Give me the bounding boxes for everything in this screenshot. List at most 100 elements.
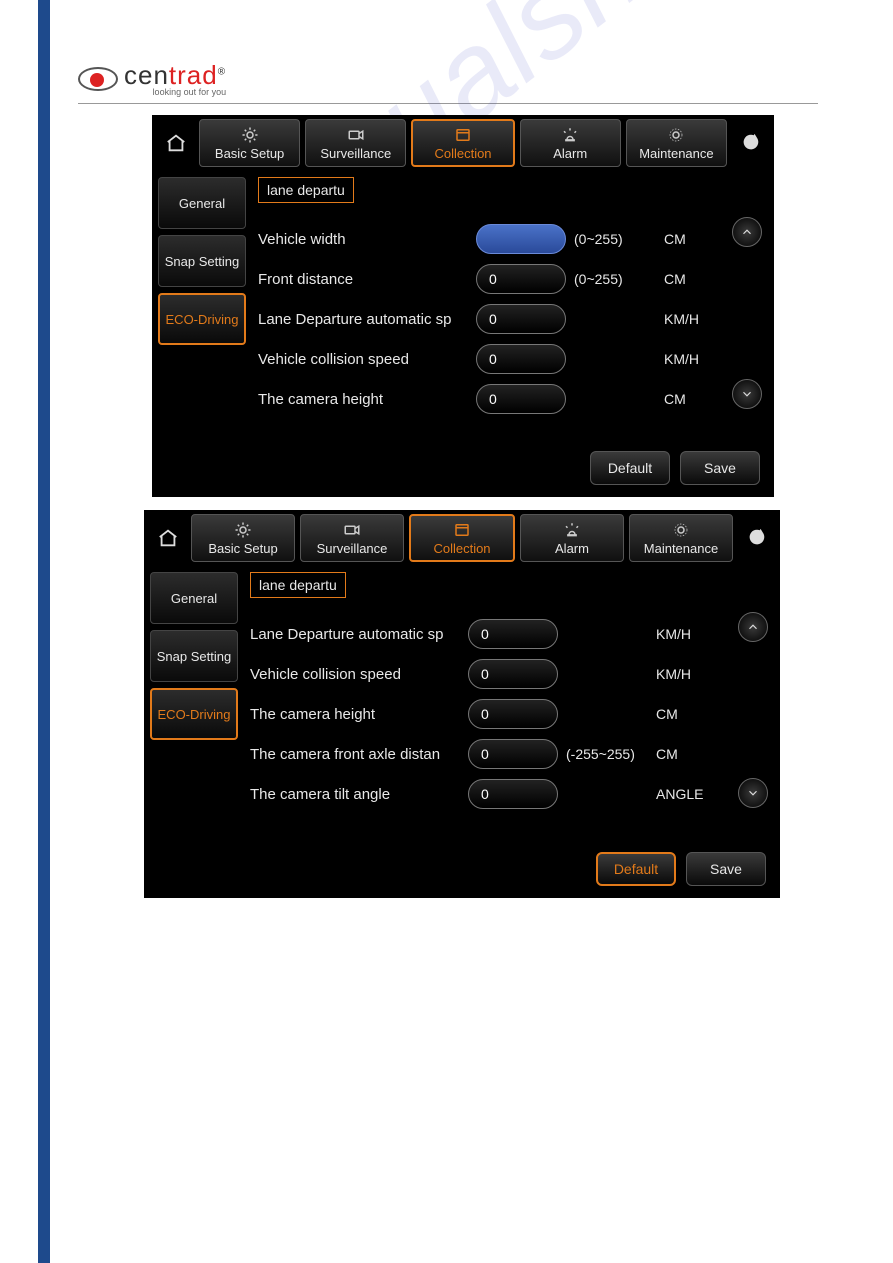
- footer: Default Save: [144, 848, 780, 898]
- vehicle-collision-speed-input[interactable]: 0: [476, 344, 566, 374]
- sidebar-item-snap-setting[interactable]: Snap Setting: [150, 630, 238, 682]
- tab-alarm[interactable]: Alarm: [520, 119, 621, 167]
- home-button[interactable]: [150, 514, 186, 562]
- logo-pre: cen: [124, 60, 169, 90]
- tab-basic-setup[interactable]: Basic Setup: [191, 514, 295, 562]
- row-camera-height: The camera height 0 CM: [250, 694, 768, 734]
- camera-icon: [346, 126, 366, 144]
- sidebar-item-label: General: [171, 591, 217, 606]
- sidebar-item-eco-driving[interactable]: ECO-Driving: [158, 293, 246, 345]
- tab-collection[interactable]: Collection: [409, 514, 515, 562]
- field-label: Lane Departure automatic sp: [258, 311, 468, 328]
- field-unit: CM: [656, 706, 706, 722]
- device-screenshot-2: Basic Setup Surveillance Collection Alar…: [144, 510, 780, 898]
- camera-height-input[interactable]: 0: [468, 699, 558, 729]
- topbar: Basic Setup Surveillance Collection Alar…: [152, 115, 774, 171]
- page-stripe: [38, 0, 50, 1263]
- footer: Default Save: [152, 447, 774, 497]
- alarm-icon: [562, 521, 582, 539]
- camera-tilt-angle-input[interactable]: 0: [468, 779, 558, 809]
- field-unit: CM: [664, 271, 714, 287]
- camera-front-axle-input[interactable]: 0: [468, 739, 558, 769]
- gear-icon: [666, 126, 686, 144]
- tab-label: Alarm: [555, 541, 589, 556]
- row-camera-height: The camera height 0 CM: [258, 379, 762, 419]
- row-vehicle-collision-speed: Vehicle collision speed 0 KM/H: [258, 339, 762, 379]
- save-button[interactable]: Save: [686, 852, 766, 886]
- back-button[interactable]: [732, 119, 768, 167]
- form-rows: Vehicle width (0~255) CM Front distance …: [258, 219, 762, 419]
- field-unit: KM/H: [656, 626, 706, 642]
- field-unit: KM/H: [664, 351, 714, 367]
- tab-surveillance[interactable]: Surveillance: [305, 119, 406, 167]
- home-icon: [156, 527, 180, 549]
- subtab-lane-departure[interactable]: lane departu: [258, 177, 354, 203]
- tab-maintenance[interactable]: Maintenance: [626, 119, 727, 167]
- home-icon: [164, 132, 188, 154]
- back-icon: [737, 132, 763, 154]
- subtab-lane-departure[interactable]: lane departu: [250, 572, 346, 598]
- sidebar-item-label: Snap Setting: [165, 254, 239, 269]
- home-button[interactable]: [158, 119, 194, 167]
- sidebar-item-snap-setting[interactable]: Snap Setting: [158, 235, 246, 287]
- row-vehicle-collision-speed: Vehicle collision speed 0 KM/H: [250, 654, 768, 694]
- row-vehicle-width: Vehicle width (0~255) CM: [258, 219, 762, 259]
- front-distance-input[interactable]: 0: [476, 264, 566, 294]
- field-unit: ANGLE: [656, 786, 706, 802]
- tab-label: Surveillance: [317, 541, 388, 556]
- tab-collection[interactable]: Collection: [411, 119, 514, 167]
- sidebar: General Snap Setting ECO-Driving: [152, 171, 252, 447]
- tab-label: Maintenance: [639, 146, 713, 161]
- back-icon: [743, 527, 769, 549]
- tab-alarm[interactable]: Alarm: [520, 514, 624, 562]
- logo-post: trad: [169, 60, 218, 90]
- default-button[interactable]: Default: [596, 852, 676, 886]
- vehicle-width-input[interactable]: [476, 224, 566, 254]
- sidebar-item-general[interactable]: General: [150, 572, 238, 624]
- tab-label: Collection: [434, 146, 491, 161]
- gear-icon: [240, 126, 260, 144]
- lane-departure-speed-input[interactable]: 0: [468, 619, 558, 649]
- save-button[interactable]: Save: [680, 451, 760, 485]
- tab-basic-setup[interactable]: Basic Setup: [199, 119, 300, 167]
- field-range: (0~255): [574, 231, 656, 247]
- tab-label: Maintenance: [644, 541, 718, 556]
- collection-icon: [453, 126, 473, 144]
- row-lane-departure-speed: Lane Departure automatic sp 0 KM/H: [250, 614, 768, 654]
- field-unit: CM: [664, 231, 714, 247]
- default-button[interactable]: Default: [590, 451, 670, 485]
- field-label: Vehicle collision speed: [250, 666, 460, 683]
- field-label: The camera height: [258, 391, 468, 408]
- main-panel: lane departu Lane Departure automatic sp…: [244, 566, 780, 848]
- row-camera-tilt-angle: The camera tilt angle 0 ANGLE: [250, 774, 768, 814]
- back-button[interactable]: [738, 514, 774, 562]
- field-label: Lane Departure automatic sp: [250, 626, 460, 643]
- sidebar-item-label: ECO-Driving: [166, 312, 239, 327]
- lane-departure-speed-input[interactable]: 0: [476, 304, 566, 334]
- tab-label: Basic Setup: [208, 541, 277, 556]
- logo-icon: [78, 67, 118, 91]
- row-lane-departure-speed: Lane Departure automatic sp 0 KM/H: [258, 299, 762, 339]
- field-unit: CM: [664, 391, 714, 407]
- tab-maintenance[interactable]: Maintenance: [629, 514, 733, 562]
- tab-label: Basic Setup: [215, 146, 284, 161]
- row-front-distance: Front distance 0 (0~255) CM: [258, 259, 762, 299]
- tab-label: Surveillance: [320, 146, 391, 161]
- main-panel: lane departu Vehicle width (0~255) CM Fr…: [252, 171, 774, 447]
- tab-label: Collection: [433, 541, 490, 556]
- row-camera-front-axle-distance: The camera front axle distan 0 (-255~255…: [250, 734, 768, 774]
- gear-icon: [233, 521, 253, 539]
- sidebar: General Snap Setting ECO-Driving: [144, 566, 244, 848]
- sidebar-item-general[interactable]: General: [158, 177, 246, 229]
- subtab-label: lane departu: [267, 182, 345, 198]
- sidebar-item-eco-driving[interactable]: ECO-Driving: [150, 688, 238, 740]
- field-unit: CM: [656, 746, 706, 762]
- collection-icon: [452, 521, 472, 539]
- field-range: (-255~255): [566, 746, 648, 762]
- field-label: Vehicle collision speed: [258, 351, 468, 368]
- gear-icon: [671, 521, 691, 539]
- vehicle-collision-speed-input[interactable]: 0: [468, 659, 558, 689]
- logo-header: centrad® looking out for you: [78, 60, 818, 104]
- tab-surveillance[interactable]: Surveillance: [300, 514, 404, 562]
- camera-height-input[interactable]: 0: [476, 384, 566, 414]
